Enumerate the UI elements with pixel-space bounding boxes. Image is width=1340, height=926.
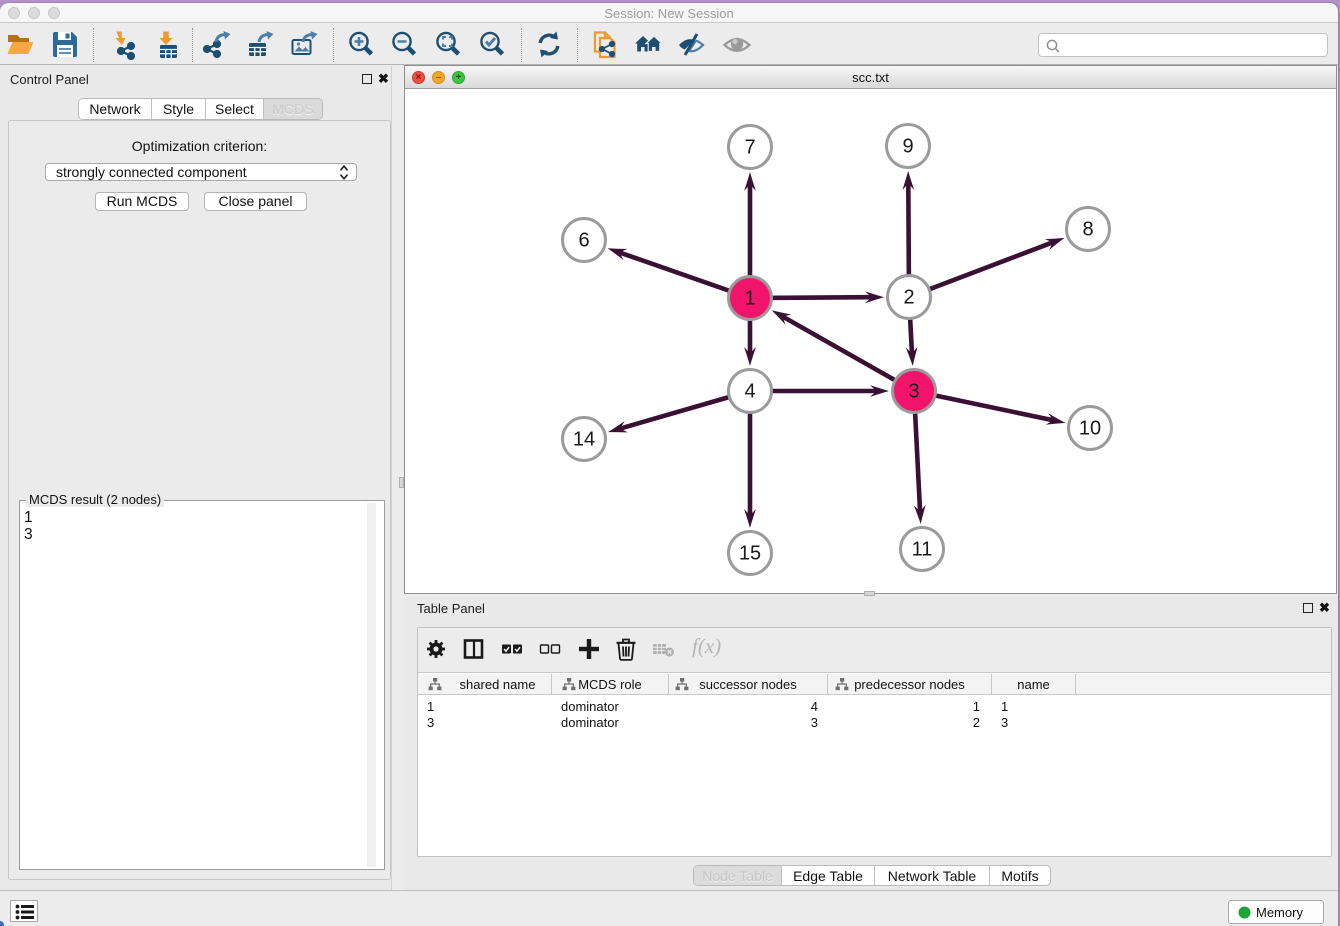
svg-text:2: 2 (903, 287, 914, 309)
svg-text:4: 4 (744, 381, 755, 403)
svg-text:7: 7 (744, 137, 755, 159)
svg-text:6: 6 (578, 230, 589, 252)
svg-text:11: 11 (912, 539, 933, 561)
svg-text:1: 1 (744, 288, 755, 310)
svg-text:15: 15 (739, 543, 761, 565)
svg-text:3: 3 (908, 381, 919, 403)
svg-text:8: 8 (1082, 219, 1093, 241)
svg-text:10: 10 (1079, 418, 1101, 440)
svg-text:9: 9 (902, 136, 913, 158)
svg-text:14: 14 (573, 429, 595, 451)
